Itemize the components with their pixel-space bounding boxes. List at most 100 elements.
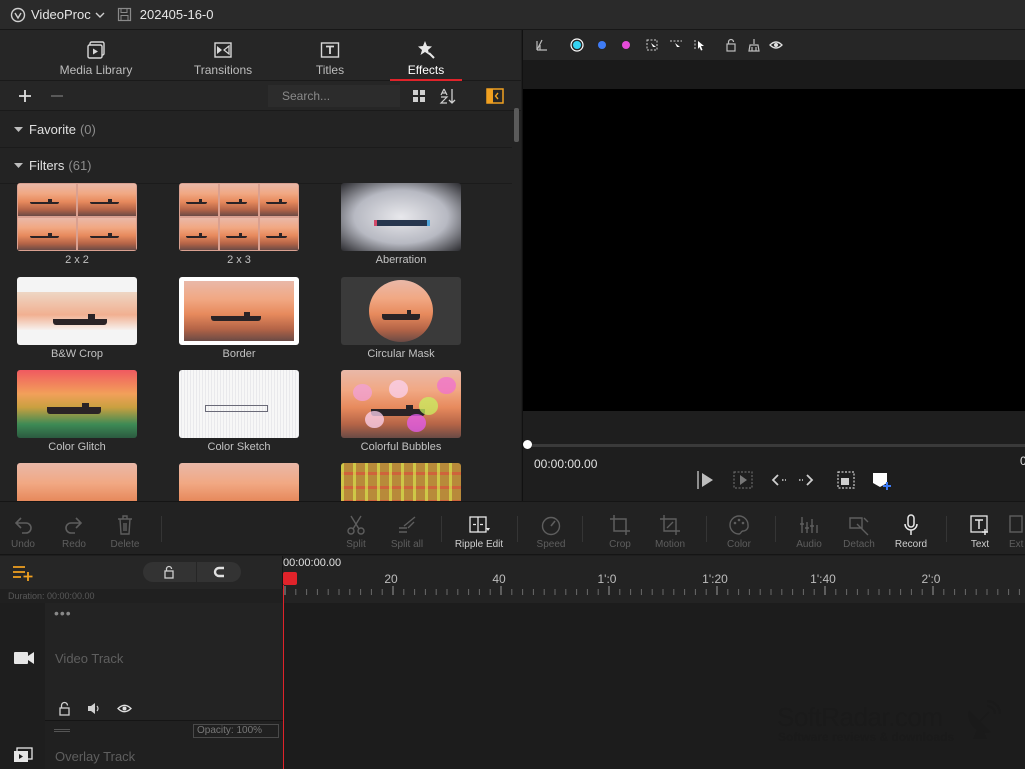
video-track-header[interactable]: ••• Video Track [0,603,283,721]
lock-icon[interactable] [724,38,738,52]
filter-item[interactable]: Colorful Bubbles [341,370,461,458]
playhead-handle[interactable] [283,572,297,585]
opacity-field[interactable]: Opacity: 100% [193,724,279,738]
cyan-color-dot-icon[interactable] [570,38,584,52]
select-cursor-icon[interactable] [693,38,707,52]
preview-toolbar [523,30,1025,60]
eye-icon[interactable] [769,38,783,52]
ripple-edit-button[interactable]: Ripple Edit [453,514,505,554]
playhead-line [283,585,284,769]
watermark-subtitle: Software reviews & downloads [778,730,955,744]
resize-grip[interactable] [54,729,70,732]
overlay-track-label: Overlay Track [55,749,136,764]
crop-button[interactable]: Crop [595,514,645,554]
audio-button[interactable]: Audio [784,514,834,554]
filter-item[interactable] [179,463,299,501]
add-marker-icon[interactable] [871,469,893,491]
brush-icon[interactable] [747,38,761,52]
eye-icon[interactable] [117,701,132,716]
remove-icon[interactable] [48,87,66,105]
tool-label: Record [894,539,928,550]
tab-effects[interactable]: Effects [371,30,481,81]
tool-label: Redo [62,539,86,550]
filter-item[interactable]: Color Sketch [179,370,299,458]
palette-icon [729,515,749,535]
tab-media-library[interactable]: Media Library [41,30,151,81]
select-region-icon[interactable] [645,38,659,52]
toolbar-divider [775,516,776,542]
filter-label: Border [222,348,256,360]
sort-icon[interactable] [439,87,457,105]
detach-button[interactable]: Detach [834,514,884,554]
add-track-icon[interactable] [12,564,34,582]
select-track-icon[interactable] [669,38,683,52]
filter-item[interactable] [17,463,137,501]
track-options-icon[interactable]: ••• [54,605,72,621]
search-input[interactable] [268,85,400,107]
filter-thumbnail [179,183,299,251]
playback-scrubber[interactable] [523,440,532,449]
color-button[interactable]: Color [714,514,764,554]
snapshot-icon[interactable] [835,469,857,491]
snap-magnet-button[interactable] [197,562,241,582]
save-icon[interactable] [117,7,132,22]
section-title: Favorite [29,122,76,137]
prev-frame-icon[interactable] [770,469,792,491]
aspect-ratio-icon[interactable] [535,38,549,52]
chevron-down-icon[interactable] [95,10,105,20]
split-all-button[interactable]: Split all [382,514,432,554]
play-icon[interactable] [695,469,717,491]
transitions-icon [214,42,232,58]
playback-progress-track[interactable] [527,444,1025,447]
panel-layout-icon[interactable] [486,88,504,104]
delete-button[interactable]: Delete [100,514,150,554]
grid-view-icon[interactable] [412,89,426,103]
filter-item[interactable]: 2 x 2 [17,183,137,271]
tab-titles[interactable]: Titles [275,30,385,81]
detach-icon [849,517,869,536]
filter-item[interactable] [341,463,461,501]
track-unlock-icon[interactable] [57,701,72,716]
text-button[interactable]: Text [955,514,1005,554]
tab-transitions[interactable]: Transitions [168,30,278,81]
export-icon [1009,515,1023,533]
toolbar-divider [441,516,442,542]
undo-button[interactable]: Undo [0,514,48,554]
redo-button[interactable]: Redo [49,514,99,554]
overlay-track-header[interactable]: Opacity: 100% Overlay Track [0,721,283,769]
ruler-label: 20 [384,572,398,586]
project-name[interactable]: 202405-16-0 [140,7,214,22]
lock-all-tracks-button[interactable] [143,562,196,582]
split-all-icon [399,516,416,533]
filter-item[interactable]: Circular Mask [341,277,461,365]
add-icon[interactable] [16,87,34,105]
record-button[interactable]: Record [886,514,936,554]
tool-label: Speed [536,539,566,550]
next-frame-icon[interactable] [793,469,815,491]
speed-button[interactable]: Speed [526,514,576,554]
tool-label: Ext [1009,539,1024,550]
split-button[interactable]: Split [331,514,381,554]
app-name[interactable]: VideoProc [31,7,91,22]
play-selection-icon[interactable] [732,469,754,491]
preview-panel: 00:00:00.00 0 [522,30,1025,501]
filter-item[interactable]: Color Glitch [17,370,137,458]
motion-button[interactable]: Motion [645,514,695,554]
filter-item[interactable]: B&W Crop [17,277,137,365]
magenta-color-dot-icon[interactable] [619,38,633,52]
scrollbar[interactable] [514,108,519,142]
blue-color-dot-icon[interactable] [595,38,609,52]
favorite-section-header[interactable]: Favorite (0) [0,112,512,148]
media-library-icon [87,41,105,59]
filter-item[interactable]: 2 x 3 [179,183,299,271]
filter-item[interactable]: Aberration [341,183,461,271]
unlock-icon [164,565,174,579]
export-button[interactable]: Ext [1001,514,1025,554]
edit-toolbar: Undo Redo Delete Split Split all Ripple … [0,501,1025,555]
filter-item[interactable]: Border [179,277,299,365]
time-ruler[interactable]: 00:00:00.00 20 40 1':0 1':20 1':40 2':0 [283,556,1025,603]
filters-section-header[interactable]: Filters (61) [0,148,512,184]
filter-thumbnail [341,463,461,501]
volume-icon[interactable] [86,701,101,716]
video-preview-screen[interactable] [523,89,1025,411]
